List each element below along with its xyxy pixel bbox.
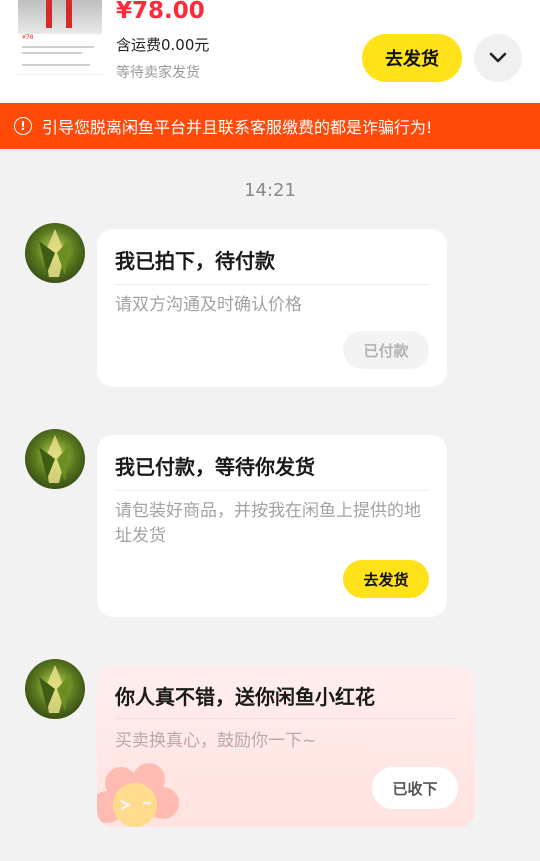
divider <box>115 718 457 719</box>
product-image <box>46 0 72 28</box>
thumbnail-price: ¥78 <box>22 34 34 41</box>
paid-button[interactable]: 已付款 <box>343 331 429 369</box>
product-thumbnail[interactable]: ¥78 <box>18 0 102 84</box>
ship-button-inline[interactable]: 去发货 <box>343 560 429 598</box>
card-title: 你人真不错，送你闲鱼小红花 <box>115 685 375 709</box>
card-description: 请双方沟通及时确认价格 <box>115 295 302 315</box>
accepted-button[interactable]: 已收下 <box>372 767 458 809</box>
avatar[interactable] <box>25 659 85 719</box>
order-status: 等待卖家发货 <box>116 65 200 81</box>
order-summary-bar: ¥78 ¥78.00 含运费0.00元 等待卖家发货 去发货 <box>0 0 540 103</box>
chevron-down-icon <box>489 52 507 63</box>
ship-button[interactable]: 去发货 <box>362 34 462 82</box>
card-title: 我已付款，等待你发货 <box>115 455 315 479</box>
avatar[interactable] <box>25 223 85 283</box>
shipping-fee: 含运费0.00元 <box>116 36 210 54</box>
avatar-image <box>39 229 71 277</box>
fraud-warning-banner: ! 引导您脱离闲鱼平台并且联系客服缴费的都是诈骗行为! <box>0 103 540 149</box>
divider <box>115 490 429 491</box>
message-card-order-placed: 我已拍下，待付款 请双方沟通及时确认价格 已付款 <box>97 229 447 387</box>
message-card-paid: 我已付款，等待你发货 请包装好商品，并按我在闲鱼上提供的地址发货 去发货 <box>97 435 447 617</box>
divider <box>115 284 429 285</box>
warning-text: 引导您脱离闲鱼平台并且联系客服缴费的都是诈骗行为! <box>42 118 433 137</box>
avatar-image <box>39 435 71 483</box>
flower-icon <box>97 763 179 827</box>
card-title: 我已拍下，待付款 <box>115 249 275 273</box>
warning-icon: ! <box>14 117 32 135</box>
message-timestamp: 14:21 <box>244 180 296 201</box>
avatar-image <box>39 665 71 713</box>
card-description: 请包装好商品，并按我在闲鱼上提供的地址发货 <box>115 501 421 546</box>
avatar[interactable] <box>25 429 85 489</box>
card-description: 买卖换真心，鼓励你一下~ <box>115 731 317 751</box>
expand-button[interactable] <box>474 34 522 82</box>
message-card-red-flower: 你人真不错，送你闲鱼小红花 买卖换真心，鼓励你一下~ 已收下 <box>97 665 475 827</box>
order-price: ¥78.00 <box>116 0 205 24</box>
